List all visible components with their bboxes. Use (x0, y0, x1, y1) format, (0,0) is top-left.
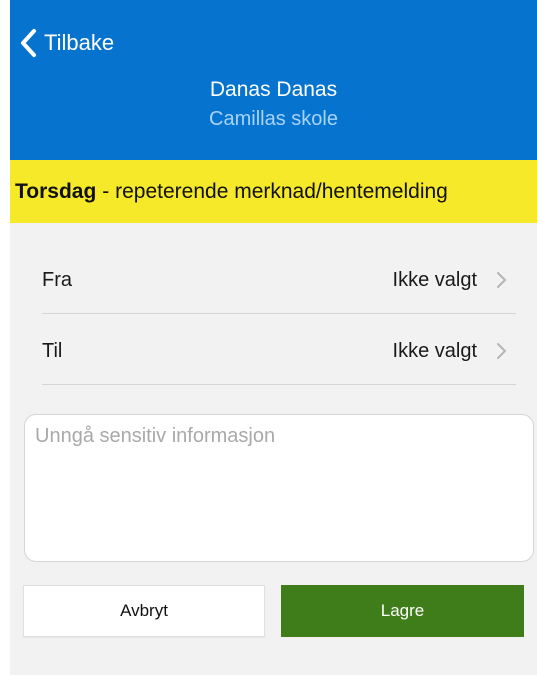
day-banner: Torsdag - repeterende merknad/hentemeldi… (10, 160, 537, 223)
from-label: Fra (42, 268, 72, 291)
from-value: Ikke valgt (392, 268, 477, 291)
from-row[interactable]: Fra Ikke valgt (28, 246, 535, 314)
cancel-button[interactable]: Avbryt (23, 585, 265, 637)
banner-text: - repeterende merknad/hentemelding (102, 179, 448, 203)
header-bar: Tilbake Danas Danas Camillas skole (10, 0, 537, 160)
to-value: Ikke valgt (392, 339, 477, 362)
back-label: Tilbake (44, 30, 115, 55)
save-button[interactable]: Lagre (281, 585, 524, 637)
chevron-right-icon (495, 342, 507, 360)
divider (42, 384, 516, 385)
chevron-left-icon (18, 28, 38, 58)
back-button[interactable]: Tilbake (18, 25, 114, 61)
page-subtitle: Camillas skole (209, 108, 338, 130)
to-label: Til (42, 339, 63, 362)
divider (42, 313, 516, 314)
screen: Tilbake Danas Danas Camillas skole Torsd… (10, 0, 537, 675)
banner-day: Torsdag (15, 179, 97, 203)
chevron-right-icon (495, 271, 507, 289)
page-title: Danas Danas (209, 78, 338, 101)
note-textarea[interactable] (24, 414, 534, 562)
to-row[interactable]: Til Ikke valgt (28, 317, 535, 385)
